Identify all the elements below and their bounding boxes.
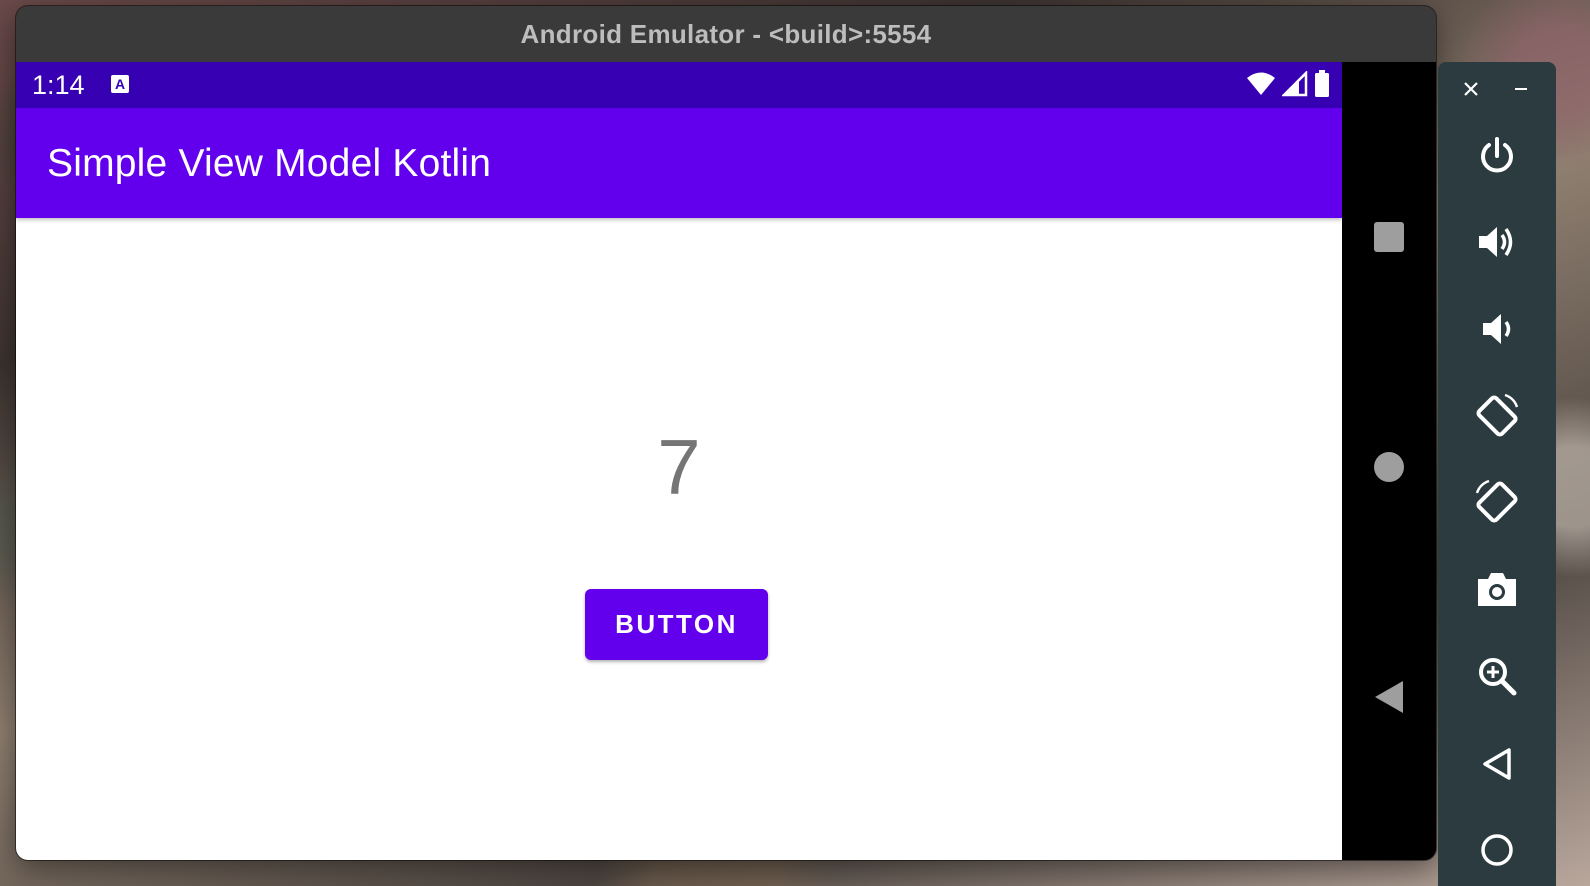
wifi-icon [1247,72,1275,95]
rotate-right-icon [1475,479,1518,523]
battery-icon [1315,70,1329,97]
window-title-bar[interactable]: Android Emulator - <build>:5554 [16,6,1436,63]
recents-button[interactable] [1342,212,1436,262]
rotate-left-button[interactable] [1438,386,1556,446]
emulator-window: Android Emulator - <build>:5554 1:14 A S… [16,6,1436,860]
app-bar: Simple View Model Kotlin [16,108,1342,218]
back-icon [1483,748,1511,780]
rotate-left-icon [1476,393,1519,437]
volume-up-icon [1479,227,1513,257]
toolbar-minimize-button[interactable] [1506,74,1536,104]
back-triangle-icon [1375,681,1403,713]
home-icon [1481,834,1513,866]
counter-text: 7 [657,423,701,511]
a-keyboard-icon: A [111,75,129,93]
status-bar: 1:14 A [16,62,1342,108]
camera-icon [1478,573,1516,606]
volume-up-button[interactable] [1438,212,1556,272]
status-time: 1:14 [32,70,85,100]
zoom-icon [1479,658,1517,696]
emulator-side-toolbar [1438,62,1556,886]
toolbar-home-button[interactable] [1438,820,1556,880]
toolbar-close-button[interactable] [1456,74,1486,104]
power-icon [1481,137,1513,173]
recents-square-icon [1374,222,1404,252]
device-screen[interactable]: 1:14 A Simple View Model Kotlin 7 BUTTON [16,62,1342,860]
signal-icon [1282,71,1308,97]
increment-button[interactable]: BUTTON [585,589,768,660]
device-nav-bar [1342,62,1436,860]
back-button[interactable] [1342,672,1436,722]
status-icons [1246,70,1330,98]
zoom-button[interactable] [1438,646,1556,706]
close-icon [1464,82,1478,96]
window-title: Android Emulator - <build>:5554 [520,18,932,49]
rotate-right-button[interactable] [1438,472,1556,532]
volume-down-button[interactable] [1438,299,1556,359]
power-button[interactable] [1438,126,1556,186]
app-title: Simple View Model Kotlin [47,142,492,185]
screenshot-button[interactable] [1438,559,1556,619]
toolbar-back-button[interactable] [1438,734,1556,794]
home-circle-icon [1374,452,1404,482]
volume-down-icon [1483,314,1511,344]
home-button[interactable] [1342,442,1436,492]
minimize-icon [1515,88,1527,90]
